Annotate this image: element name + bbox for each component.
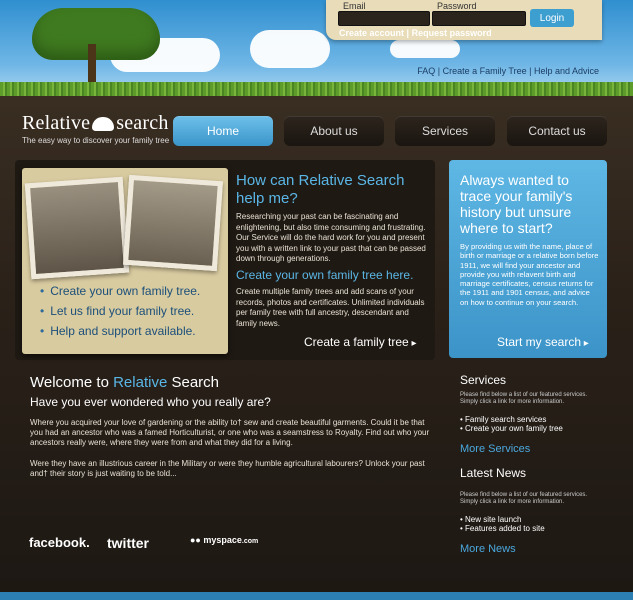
create-account-link[interactable]: Create account — [339, 28, 404, 38]
myspace-link[interactable]: ●● myspace.com — [190, 535, 258, 545]
news-heading: Latest News — [460, 466, 527, 480]
request-password-link[interactable]: Request password — [412, 28, 492, 38]
welcome-paragraph: Were they have an illustrious career in … — [30, 459, 425, 478]
services-intro: Please find below a list of our featured… — [460, 392, 588, 405]
feature-title: How can Relative Search help me? — [236, 172, 405, 207]
create-family-tree-button[interactable]: Create a family tree — [304, 335, 417, 349]
email-field[interactable] — [338, 11, 430, 26]
family-photo — [122, 174, 224, 272]
footer-bar — [0, 592, 633, 600]
more-services-link[interactable]: More Services — [460, 443, 530, 455]
password-label: Password — [437, 1, 477, 11]
tree-logo-icon — [92, 117, 115, 131]
nav-services[interactable]: Services — [395, 116, 495, 146]
welcome-subtitle: Have you ever wondered who you really ar… — [30, 395, 271, 409]
myspace-name: myspace — [203, 535, 242, 545]
family-photo — [24, 176, 130, 280]
promo-text: By providing us with the name, place of … — [460, 242, 599, 307]
news-intro: Please find below a list of our featured… — [460, 492, 588, 505]
nav-home[interactable]: Home — [173, 116, 273, 146]
email-label: Email — [343, 1, 366, 11]
feature-text: Researching your past can be fascinating… — [236, 212, 426, 263]
list-item[interactable]: Features added to site — [460, 524, 545, 533]
services-list: Family search services Create your own f… — [460, 415, 563, 433]
myspace-icon: ●● — [190, 535, 201, 545]
utility-links: FAQ | Create a Family Tree | Help and Ad… — [417, 66, 599, 76]
welcome-prefix: Welcome to — [30, 374, 109, 391]
cloud — [390, 40, 460, 58]
bullet-item: Help and support available. — [40, 321, 200, 341]
welcome-highlight: Relative — [113, 374, 168, 391]
promo-box: Always wanted to trace your family's his… — [449, 160, 607, 358]
feature-text: Create multiple family trees and add sca… — [236, 287, 425, 328]
feature-subtitle[interactable]: Create your own family tree here. — [236, 268, 413, 282]
nav-about-us[interactable]: About us — [284, 116, 384, 146]
myspace-domain: .com — [241, 538, 259, 545]
more-news-link[interactable]: More News — [460, 543, 516, 555]
welcome-suffix: Search — [171, 374, 219, 391]
logo-text-right: search — [116, 112, 169, 134]
welcome-title: Welcome to Relative Search — [30, 374, 219, 391]
services-heading: Services — [460, 373, 507, 387]
create-family-tree-link[interactable]: Create a Family Tree — [443, 66, 527, 76]
logo-text-left: Relative — [22, 112, 91, 134]
list-item[interactable]: Create your own family tree — [460, 424, 563, 433]
faq-link[interactable]: FAQ — [417, 66, 435, 76]
site-logo[interactable]: Relative search The easy way to discover … — [22, 112, 169, 145]
cloud — [250, 30, 330, 68]
promo-heading: Always wanted to trace your family's his… — [460, 172, 573, 236]
password-field[interactable] — [432, 11, 526, 26]
feature-bullets: Create your own family tree. Let us find… — [40, 281, 200, 341]
news-list: New site launch Features added to site — [460, 515, 545, 533]
facebook-link[interactable]: facebook. — [29, 535, 90, 550]
tree-illustration — [32, 8, 160, 60]
list-item[interactable]: Family search services — [460, 415, 563, 424]
bullet-item: Create your own family tree. — [40, 281, 200, 301]
login-links: Create account | Request password — [339, 28, 492, 38]
nav-contact-us[interactable]: Contact us — [507, 116, 607, 146]
login-button[interactable]: Login — [530, 9, 574, 27]
list-item[interactable]: New site launch — [460, 515, 545, 524]
welcome-paragraph: Where you acquired your love of gardenin… — [30, 418, 430, 447]
bullet-item: Let us find your family tree. — [40, 301, 200, 321]
logo-tagline: The easy way to discover your family tre… — [22, 136, 170, 145]
help-advice-link[interactable]: Help and Advice — [534, 66, 599, 76]
start-search-button[interactable]: Start my search — [497, 335, 589, 349]
separator: | — [406, 28, 410, 38]
twitter-link[interactable]: twitter — [107, 535, 149, 551]
